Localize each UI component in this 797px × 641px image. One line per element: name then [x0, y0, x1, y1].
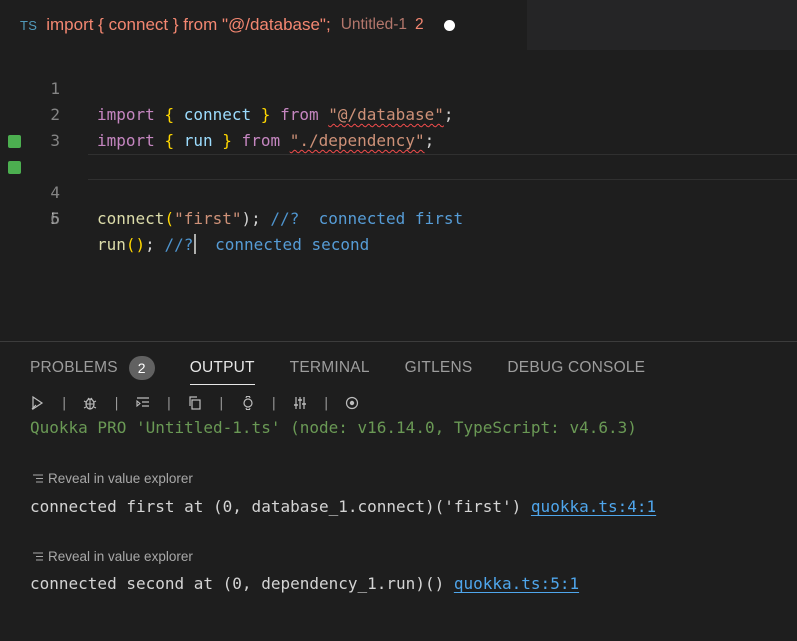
editor-tab-bar: TS import { connect } from "@/database";…	[0, 0, 797, 50]
debug-icon[interactable]	[82, 395, 98, 411]
watch-icon[interactable]	[240, 395, 256, 411]
start-list-icon[interactable]	[135, 395, 151, 411]
tab-problems[interactable]: PROBLEMS 2	[30, 356, 155, 386]
typescript-file-icon: TS	[20, 17, 38, 33]
run-icon[interactable]	[30, 395, 46, 411]
tab-title: import { connect } from "@/database";	[46, 15, 331, 34]
panel-tab-bar: PROBLEMS 2 OUTPUT TERMINAL GITLENS DEBUG…	[30, 356, 680, 386]
code-line[interactable]: 3	[0, 102, 797, 150]
code-line[interactable]: 1 import { connect } from "@/database";	[0, 50, 797, 124]
coverage-marker-icon	[8, 135, 21, 148]
code-editor[interactable]: 1 import { connect } from "@/database"; …	[0, 50, 797, 341]
token-function: run	[97, 235, 126, 254]
tab-debug-console[interactable]: DEBUG CONSOLE	[507, 356, 645, 386]
list-icon	[33, 549, 43, 564]
reveal-label: Reveal in value explorer	[48, 549, 193, 564]
tab-label: DEBUG CONSOLE	[507, 359, 646, 376]
token-punctuation: );	[241, 209, 261, 228]
token-string: "first"	[174, 209, 242, 228]
unsaved-dot-icon[interactable]	[443, 19, 455, 31]
editor-tab-untitled-1[interactable]: TS import { connect } from "@/database";…	[0, 0, 527, 50]
tab-label: TERMINAL	[289, 359, 370, 376]
tab-label: PROBLEMS	[30, 359, 118, 376]
line-number: 6	[50, 209, 60, 228]
tab-label: OUTPUT	[189, 359, 255, 376]
token-quokka-comment: //?	[270, 209, 300, 228]
quokka-header: Quokka PRO 'Untitled-1.ts' (node: v16.14…	[30, 418, 637, 437]
problems-count-badge: 2	[128, 356, 155, 380]
source-location-link[interactable]: quokka.ts:4:1	[531, 497, 656, 516]
settings-sliders-icon[interactable]	[292, 395, 308, 411]
coverage-marker-icon	[8, 161, 21, 174]
code-line[interactable]: 4 connect("first"); //? connected first	[0, 128, 797, 228]
tab-description: Untitled-1	[340, 16, 408, 33]
token-function: connect	[97, 209, 165, 228]
source-location-link[interactable]: quokka.ts:5:1	[454, 574, 579, 593]
token-paren: ()	[125, 235, 146, 254]
code-content: run(); //? connected second	[97, 232, 369, 258]
text-cursor	[194, 234, 196, 254]
tab-output[interactable]: OUTPUT	[189, 356, 255, 386]
output-text: connected second at (0, dependency_1.run…	[30, 574, 445, 593]
token-punctuation: ;	[145, 235, 155, 254]
copy-icon[interactable]	[187, 395, 203, 411]
inline-value: connected first	[318, 209, 464, 228]
tab-gitlens[interactable]: GITLENS	[405, 356, 473, 386]
code-line[interactable]: 6	[0, 180, 797, 228]
reveal-in-value-explorer-link[interactable]: Reveal in value explorer	[33, 471, 193, 486]
tab-label: GITLENS	[404, 359, 473, 376]
tab-problem-count: 2	[415, 16, 424, 33]
output-text: connected first at (0, database_1.connec…	[30, 497, 522, 516]
reveal-label: Reveal in value explorer	[48, 471, 193, 486]
output-entry: connected second at (0, dependency_1.run…	[30, 574, 579, 593]
record-icon[interactable]	[344, 395, 360, 411]
code-line[interactable]: 2 import { run } from "./dependency";	[0, 76, 797, 150]
output-log: Quokka PRO 'Untitled-1.ts' (node: v16.14…	[30, 418, 656, 593]
output-entry: connected first at (0, database_1.connec…	[30, 497, 656, 516]
code-line-current[interactable]: 5 run(); //? connected second	[0, 154, 797, 254]
token-quokka-comment: //?	[164, 235, 194, 254]
list-icon	[33, 471, 43, 486]
code-content: connect("first"); //? connected first	[97, 206, 463, 232]
tab-terminal[interactable]: TERMINAL	[290, 356, 370, 386]
reveal-in-value-explorer-link[interactable]: Reveal in value explorer	[33, 549, 193, 564]
quokka-toolbar: | | | | | |	[30, 394, 360, 412]
token-paren: (	[164, 209, 175, 228]
inline-value: connected second	[215, 235, 370, 254]
bottom-panel: PROBLEMS 2 OUTPUT TERMINAL GITLENS DEBUG…	[0, 341, 797, 641]
